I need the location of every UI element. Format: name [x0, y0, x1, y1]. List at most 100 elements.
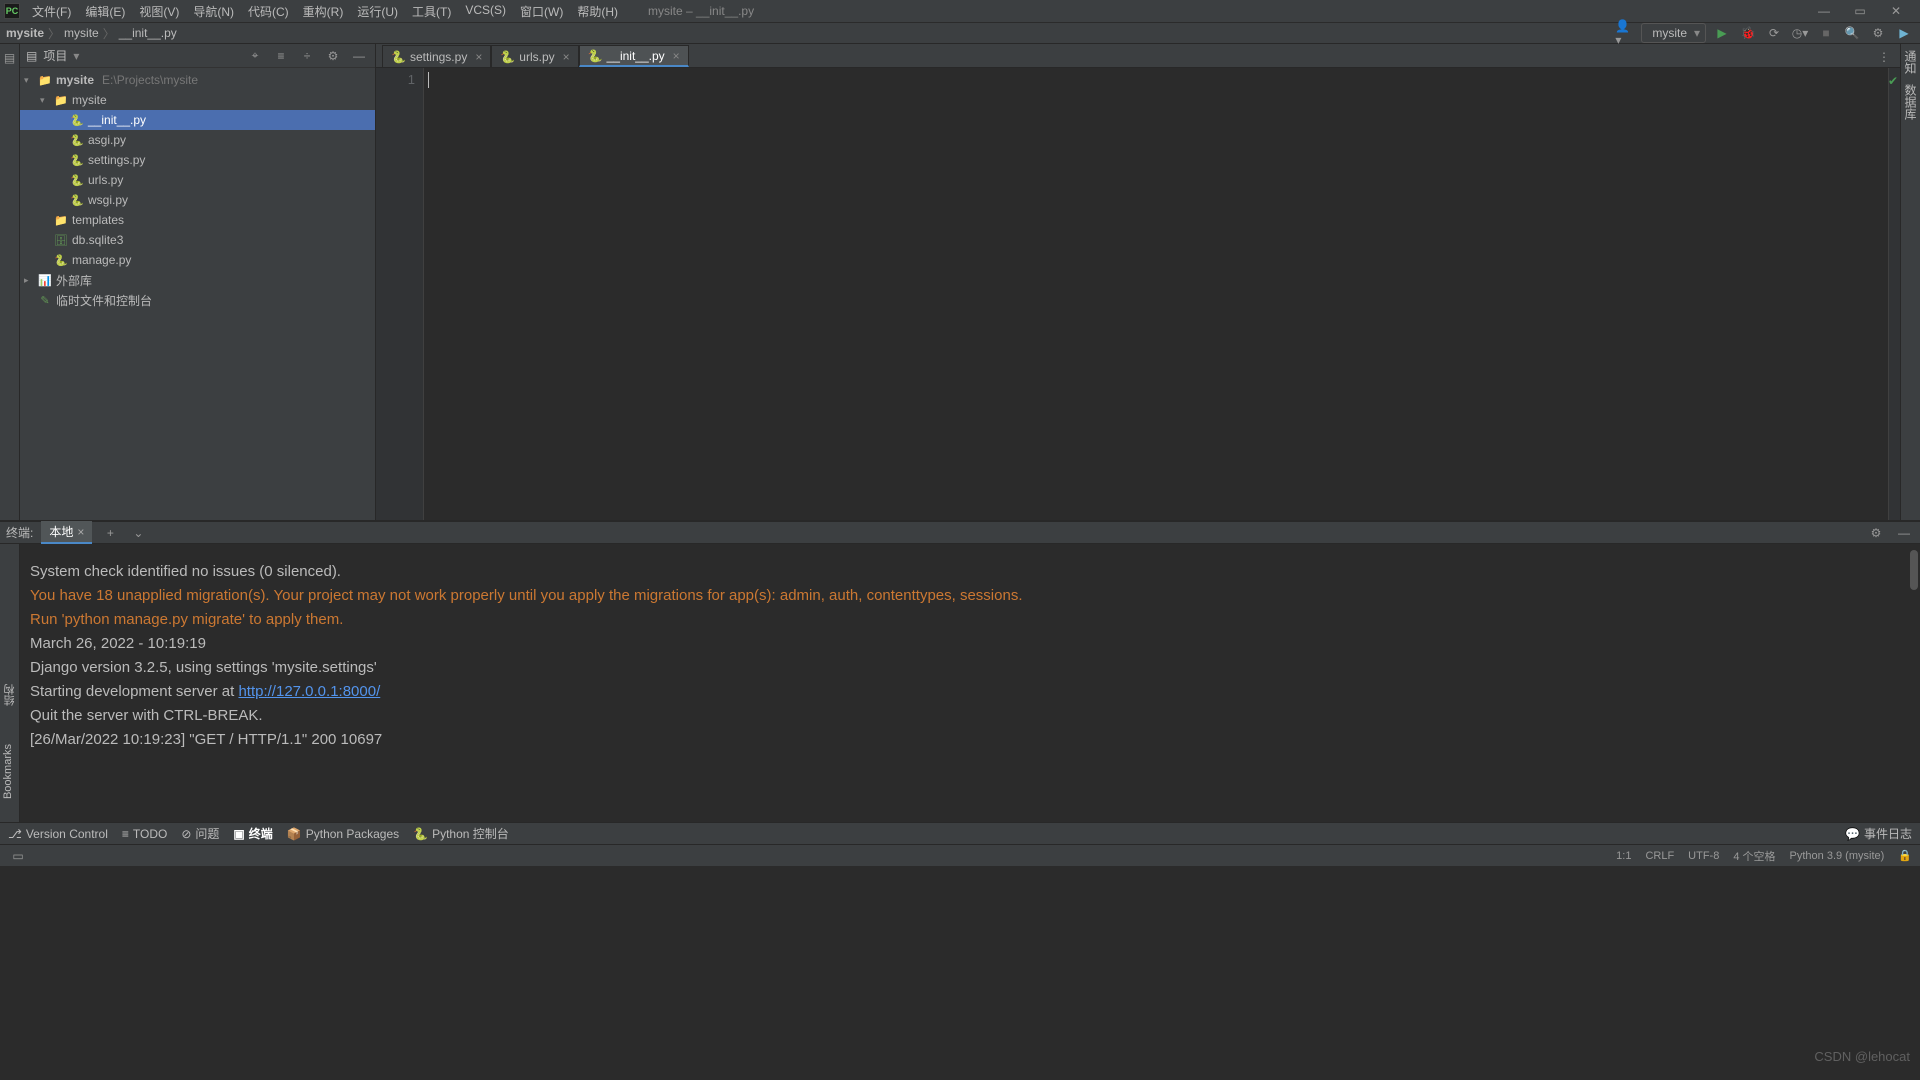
- tree-row[interactable]: 🐍settings.py: [20, 150, 375, 170]
- tree-row[interactable]: ▸📊外部库: [20, 270, 375, 290]
- event-log-label: 事件日志: [1864, 825, 1912, 842]
- tree-arrow-icon[interactable]: ▸: [24, 275, 34, 286]
- bottom-tab[interactable]: ≡TODO: [122, 827, 167, 841]
- menu-item[interactable]: 重构(R): [297, 1, 350, 22]
- tree-label: manage.py: [72, 253, 131, 267]
- maximize-button[interactable]: ▭: [1846, 2, 1874, 20]
- terminal-scrollbar[interactable]: [1910, 550, 1918, 590]
- event-log-button[interactable]: 💬事件日志: [1845, 825, 1912, 842]
- tree-label: __init__.py: [88, 113, 146, 127]
- bottom-tab-icon: ⊘: [181, 827, 191, 841]
- coverage-button[interactable]: ⟳: [1764, 23, 1784, 43]
- tree-arrow-icon[interactable]: ▾: [40, 95, 50, 106]
- debug-button[interactable]: 🐞: [1738, 23, 1758, 43]
- code-area[interactable]: [424, 68, 1888, 520]
- run-config-select[interactable]: mysite: [1641, 23, 1706, 43]
- readonly-lock-icon[interactable]: 🔒: [1898, 849, 1912, 862]
- menu-item[interactable]: 文件(F): [26, 1, 77, 22]
- editor-more-icon[interactable]: ⋮: [1874, 47, 1894, 67]
- bottom-tab-icon: ≡: [122, 827, 129, 841]
- close-tab-icon[interactable]: ×: [673, 49, 680, 63]
- menu-item[interactable]: 视图(V): [133, 1, 185, 22]
- tree-label: urls.py: [88, 173, 123, 187]
- editor-tab[interactable]: 🐍settings.py×: [382, 45, 491, 67]
- code-with-me-icon[interactable]: ▶: [1894, 23, 1914, 43]
- select-opened-file-icon[interactable]: ⌖: [245, 46, 265, 66]
- menu-item[interactable]: 代码(C): [242, 1, 295, 22]
- minimize-button[interactable]: —: [1810, 2, 1838, 20]
- bookmarks-tool[interactable]: Bookmarks: [2, 744, 14, 799]
- indent-info[interactable]: 4 个空格: [1733, 848, 1775, 864]
- settings-icon[interactable]: ⚙: [1868, 23, 1888, 43]
- tree-row[interactable]: 🐍manage.py: [20, 250, 375, 270]
- breadcrumb-part[interactable]: __init__.py: [119, 26, 177, 40]
- py-icon: 🐍: [70, 194, 84, 207]
- tree-row[interactable]: 🐍wsgi.py: [20, 190, 375, 210]
- stop-button[interactable]: ■: [1816, 23, 1836, 43]
- file-encoding[interactable]: UTF-8: [1688, 850, 1719, 862]
- menu-item[interactable]: VCS(S): [459, 1, 512, 22]
- panel-settings-icon[interactable]: ⚙: [323, 46, 343, 66]
- py-icon: 🐍: [70, 134, 84, 147]
- menu-item[interactable]: 工具(T): [406, 1, 457, 22]
- breadcrumb-part[interactable]: mysite: [64, 26, 99, 40]
- menu-item[interactable]: 导航(N): [187, 1, 240, 22]
- expand-all-icon[interactable]: ≡: [271, 46, 291, 66]
- interpreter-info[interactable]: Python 3.9 (mysite): [1790, 850, 1885, 862]
- tree-row[interactable]: 🐍__init__.py: [20, 110, 375, 130]
- app-logo-icon: PC: [4, 3, 20, 19]
- cursor-position[interactable]: 1:1: [1616, 850, 1631, 862]
- main-menu: 文件(F)编辑(E)视图(V)导航(N)代码(C)重构(R)运行(U)工具(T)…: [26, 1, 624, 22]
- project-tool-icon[interactable]: ▤: [0, 48, 20, 68]
- editor-area: 🐍settings.py×🐍urls.py×🐍__init__.py× ⋮ 1 …: [376, 44, 1900, 520]
- tree-row[interactable]: ▾📁mysite: [20, 90, 375, 110]
- terminal-settings-icon[interactable]: ⚙: [1866, 523, 1886, 543]
- tree-row[interactable]: 📁templates: [20, 210, 375, 230]
- bottom-tab-label: Version Control: [26, 827, 108, 841]
- close-tab-icon[interactable]: ×: [563, 50, 570, 64]
- close-tab-icon[interactable]: ×: [475, 50, 482, 64]
- bottom-tab[interactable]: ⎇Version Control: [8, 827, 108, 841]
- bottom-tab[interactable]: ▣终端: [233, 825, 272, 842]
- menu-item[interactable]: 运行(U): [351, 1, 404, 22]
- editor-tab[interactable]: 🐍__init__.py×: [579, 45, 689, 67]
- editor-tab[interactable]: 🐍urls.py×: [491, 45, 578, 67]
- line-separator[interactable]: CRLF: [1645, 850, 1674, 862]
- tree-label: 临时文件和控制台: [56, 292, 152, 309]
- project-tree[interactable]: ▾📁mysite E:\Projects\mysite▾📁mysite🐍__in…: [20, 68, 375, 520]
- close-terminal-tab-icon[interactable]: ×: [77, 525, 84, 539]
- toolwindow-toggle-icon[interactable]: ▭: [8, 846, 28, 866]
- menu-item[interactable]: 窗口(W): [514, 1, 569, 22]
- run-button[interactable]: ▶: [1712, 23, 1732, 43]
- bottom-tab[interactable]: 🐍Python 控制台: [413, 825, 509, 842]
- hide-panel-icon[interactable]: —: [349, 46, 369, 66]
- tree-arrow-icon[interactable]: ▾: [24, 75, 34, 86]
- search-everywhere-icon[interactable]: 🔍: [1842, 23, 1862, 43]
- profile-button[interactable]: ◷▾: [1790, 23, 1810, 43]
- add-terminal-icon[interactable]: +: [100, 523, 120, 543]
- terminal-link[interactable]: http://127.0.0.1:8000/: [238, 683, 380, 700]
- collapse-all-icon[interactable]: ÷: [297, 46, 317, 66]
- breadcrumb-part[interactable]: mysite: [6, 26, 44, 40]
- terminal-dropdown-icon[interactable]: ⌄: [128, 523, 148, 543]
- tree-row[interactable]: 🐍urls.py: [20, 170, 375, 190]
- terminal-panel: 终端: 本地× + ⌄ ⚙ — 结构 Bookmarks System chec…: [0, 520, 1920, 822]
- bottom-tab[interactable]: ⊘问题: [181, 825, 219, 842]
- user-icon[interactable]: 👤▾: [1615, 23, 1635, 43]
- tree-row[interactable]: ▾📁mysite E:\Projects\mysite: [20, 70, 375, 90]
- terminal-tab[interactable]: 本地×: [41, 521, 92, 544]
- menu-item[interactable]: 编辑(E): [79, 1, 131, 22]
- database-tool[interactable]: 数据库: [1902, 84, 1919, 120]
- menu-item[interactable]: 帮助(H): [571, 1, 624, 22]
- hide-terminal-icon[interactable]: —: [1894, 523, 1914, 543]
- tree-row[interactable]: 🗄db.sqlite3: [20, 230, 375, 250]
- tree-label: templates: [72, 213, 124, 227]
- notifications-tool[interactable]: 通知: [1902, 50, 1919, 74]
- structure-tool[interactable]: 结构: [2, 684, 18, 706]
- tree-row[interactable]: 🐍asgi.py: [20, 130, 375, 150]
- bottom-tab[interactable]: 📦Python Packages: [287, 827, 399, 841]
- terminal-body[interactable]: System check identified no issues (0 sil…: [20, 544, 1920, 822]
- nav-bar: mysite〉mysite〉__init__.py 👤▾ mysite ▶ 🐞 …: [0, 22, 1920, 44]
- tree-row[interactable]: ✎临时文件和控制台: [20, 290, 375, 310]
- close-button[interactable]: ✕: [1882, 2, 1910, 20]
